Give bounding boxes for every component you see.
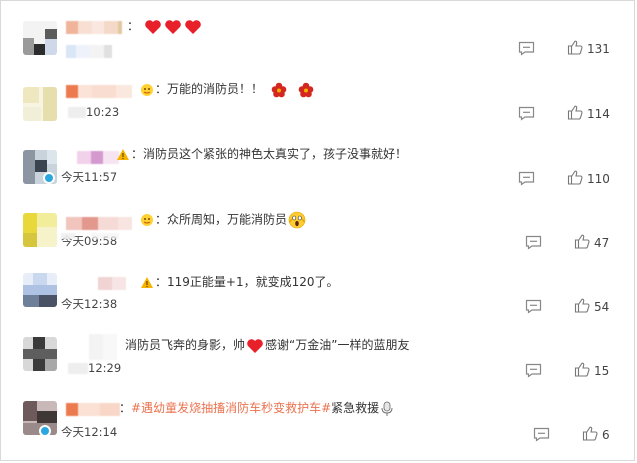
like-count: 131 (587, 42, 610, 56)
comment-text: ：万能的消防员！！ (139, 81, 315, 98)
comment-text: ：消防员这个紧张的神色太真实了，孩子没事就好！ (115, 146, 407, 162)
fire-badge-icon (141, 214, 153, 226)
like-count: 114 (587, 107, 610, 121)
reply-icon[interactable] (525, 299, 542, 314)
avatar[interactable] (23, 21, 57, 55)
like-icon[interactable] (567, 170, 583, 185)
like-count: 54 (594, 300, 610, 314)
like-count: 6 (602, 428, 610, 442)
like-icon[interactable] (567, 105, 583, 120)
comment-time: 10:23 (68, 105, 119, 119)
reply-icon[interactable] (518, 171, 535, 186)
flower-icon (271, 82, 287, 97)
comment-time: 今天11:57 (61, 170, 118, 184)
avatar[interactable] (23, 337, 57, 371)
reply-icon[interactable] (525, 363, 542, 378)
comment-time: 12:29 (68, 361, 121, 375)
like-icon[interactable] (574, 362, 590, 377)
comment-time: 今天12:14 (61, 425, 118, 439)
reply-icon[interactable] (533, 427, 550, 442)
reply-icon[interactable] (518, 41, 535, 56)
comment-text: 消防员飞奔的身影，帅 感谢“万金油”一样的蓝朋友 (125, 338, 410, 353)
like-count: 47 (594, 236, 610, 250)
mic-icon (381, 401, 393, 416)
heart-icon (185, 19, 201, 34)
comment-text: ：#遇幼童发烧抽搐消防车秒变救护车#紧急救援 (119, 400, 395, 417)
comment-text: ：119正能量+1，就变成120了。 (139, 274, 339, 290)
like-icon[interactable] (567, 40, 583, 55)
time-blurred (66, 45, 126, 58)
reply-icon[interactable] (525, 235, 542, 250)
comment-text: ： (127, 18, 203, 35)
heart-icon (165, 19, 181, 34)
like-count: 15 (594, 364, 610, 378)
scream-emoji-icon (288, 211, 306, 229)
hashtag-link[interactable]: #遇幼童发烧抽搐消防车秒变救护车# (131, 401, 331, 415)
fire-badge-icon (117, 148, 129, 160)
verified-icon (39, 425, 51, 437)
like-count: 110 (587, 172, 610, 186)
fire-badge-icon (141, 276, 153, 288)
comment-time: 今天12:38 (61, 297, 118, 311)
avatar[interactable] (23, 273, 57, 307)
like-icon[interactable] (574, 298, 590, 313)
heart-icon (247, 338, 263, 353)
avatar[interactable] (23, 213, 57, 247)
like-icon[interactable] (582, 426, 598, 441)
comment-list: ： 131 ：万能的消防员！！ 10:23 114 ：消防员这个紧张的神色太真实… (0, 0, 635, 461)
verified-icon (43, 172, 55, 184)
fire-badge-icon (141, 83, 153, 96)
like-icon[interactable] (574, 234, 590, 249)
reply-icon[interactable] (518, 106, 535, 121)
avatar[interactable] (23, 87, 57, 121)
flower-icon (298, 82, 313, 97)
comment-text: ：众所周知，万能消防员 (139, 211, 307, 229)
heart-icon (145, 19, 161, 34)
